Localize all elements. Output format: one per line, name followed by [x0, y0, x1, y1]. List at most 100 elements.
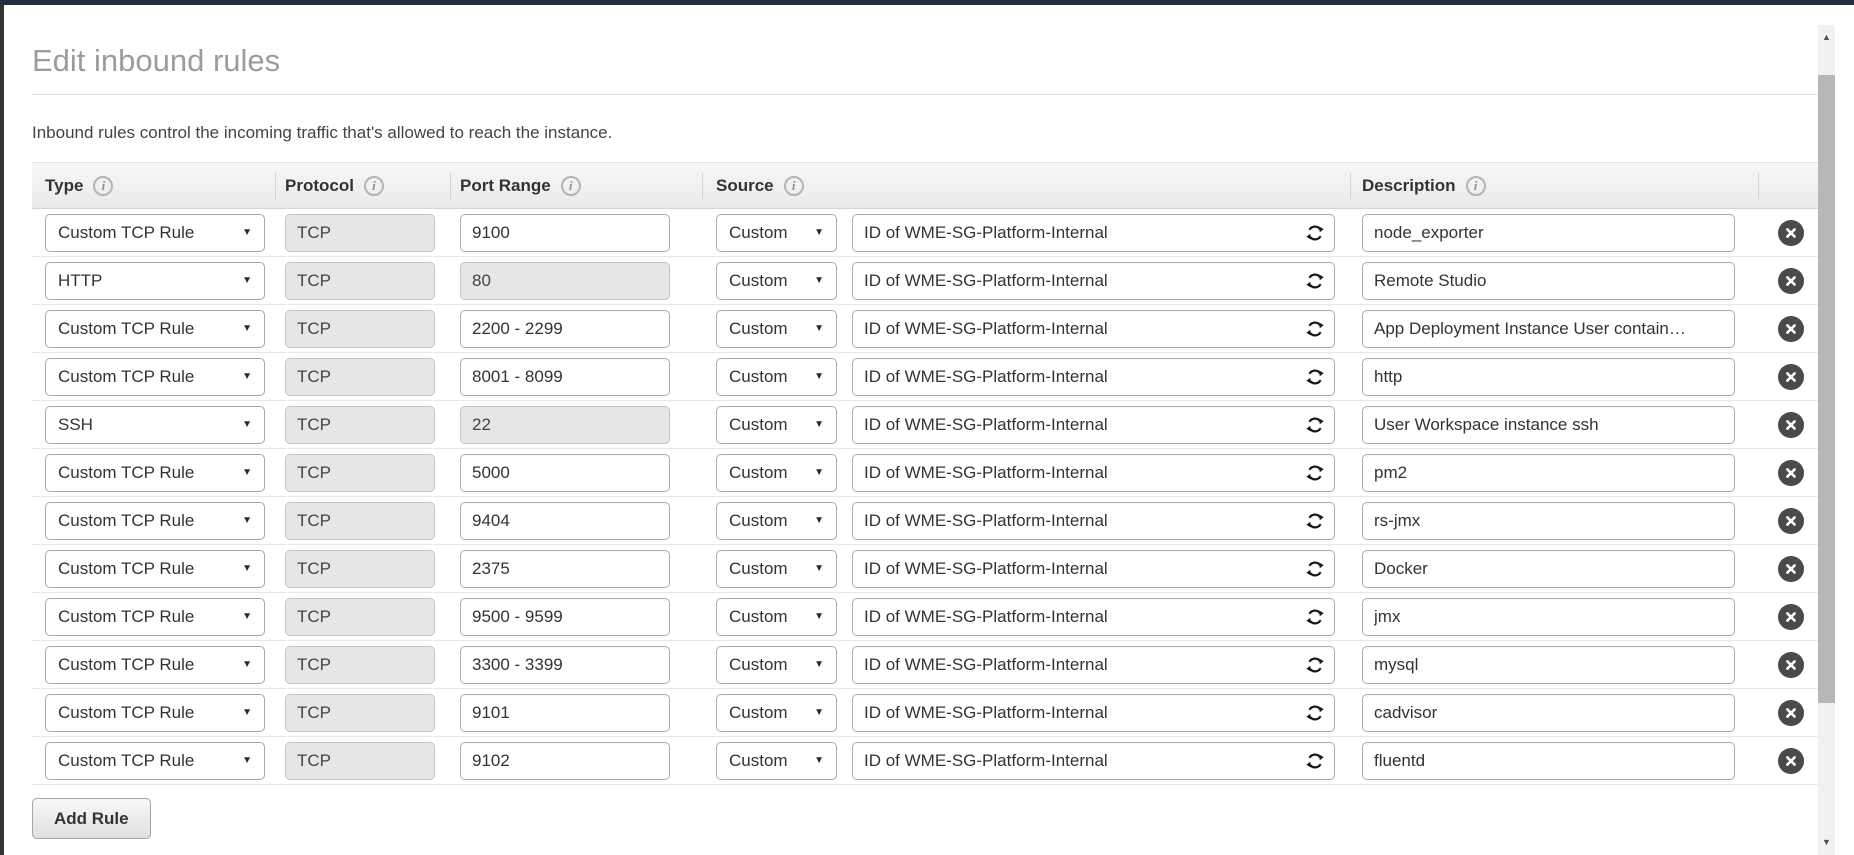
source-input-wrap: [852, 694, 1335, 732]
delete-rule-button[interactable]: [1778, 268, 1804, 294]
type-select[interactable]: Custom TCP Rule ▼: [45, 646, 265, 684]
source-input[interactable]: [852, 454, 1335, 492]
refresh-icon[interactable]: [1306, 704, 1324, 722]
description-input[interactable]: [1362, 406, 1735, 444]
type-select[interactable]: SSH ▼: [45, 406, 265, 444]
refresh-icon[interactable]: [1306, 224, 1324, 242]
source-cell: Custom ▼: [702, 737, 1350, 784]
description-input[interactable]: [1362, 646, 1735, 684]
source-input[interactable]: [852, 358, 1335, 396]
protocol-input: [285, 406, 435, 444]
source-type-select[interactable]: Custom ▼: [716, 742, 837, 780]
source-type-select[interactable]: Custom ▼: [716, 598, 837, 636]
actions-cell: [1758, 401, 1823, 448]
refresh-icon[interactable]: [1306, 272, 1324, 290]
source-type-select[interactable]: Custom ▼: [716, 262, 837, 300]
scrollbar-thumb[interactable]: [1818, 75, 1835, 703]
refresh-icon[interactable]: [1306, 464, 1324, 482]
description-cell: [1350, 353, 1758, 400]
source-type-select[interactable]: Custom ▼: [716, 502, 837, 540]
delete-rule-button[interactable]: [1778, 412, 1804, 438]
description-input[interactable]: [1362, 214, 1735, 252]
port-range-input[interactable]: [460, 550, 670, 588]
description-input[interactable]: [1362, 310, 1735, 348]
port-range-input[interactable]: [460, 742, 670, 780]
source-type-select[interactable]: Custom ▼: [716, 550, 837, 588]
port-range-input[interactable]: [460, 694, 670, 732]
info-icon[interactable]: i: [93, 176, 113, 196]
refresh-icon[interactable]: [1306, 368, 1324, 386]
source-input[interactable]: [852, 742, 1335, 780]
chevron-down-icon: ▼: [242, 611, 252, 622]
info-icon[interactable]: i: [784, 176, 804, 196]
source-type-select[interactable]: Custom ▼: [716, 406, 837, 444]
source-input[interactable]: [852, 694, 1335, 732]
delete-rule-button[interactable]: [1778, 748, 1804, 774]
source-type-select[interactable]: Custom ▼: [716, 214, 837, 252]
description-input[interactable]: [1362, 358, 1735, 396]
source-input[interactable]: [852, 214, 1335, 252]
source-input[interactable]: [852, 406, 1335, 444]
delete-rule-button[interactable]: [1778, 508, 1804, 534]
delete-rule-button[interactable]: [1778, 652, 1804, 678]
source-type-select[interactable]: Custom ▼: [716, 454, 837, 492]
source-input[interactable]: [852, 502, 1335, 540]
port-range-input[interactable]: [460, 310, 670, 348]
info-icon[interactable]: i: [364, 176, 384, 196]
delete-rule-button[interactable]: [1778, 556, 1804, 582]
type-select[interactable]: Custom TCP Rule ▼: [45, 310, 265, 348]
delete-rule-button[interactable]: [1778, 220, 1804, 246]
refresh-icon[interactable]: [1306, 752, 1324, 770]
type-select[interactable]: Custom TCP Rule ▼: [45, 502, 265, 540]
type-select[interactable]: Custom TCP Rule ▼: [45, 742, 265, 780]
refresh-icon[interactable]: [1306, 560, 1324, 578]
description-input[interactable]: [1362, 502, 1735, 540]
description-input[interactable]: [1362, 454, 1735, 492]
delete-rule-button[interactable]: [1778, 604, 1804, 630]
source-input[interactable]: [852, 598, 1335, 636]
port-range-input[interactable]: [460, 454, 670, 492]
delete-rule-button[interactable]: [1778, 316, 1804, 342]
info-icon[interactable]: i: [1466, 176, 1486, 196]
type-select[interactable]: Custom TCP Rule ▼: [45, 598, 265, 636]
type-select[interactable]: HTTP ▼: [45, 262, 265, 300]
source-input[interactable]: [852, 646, 1335, 684]
port-range-input[interactable]: [460, 502, 670, 540]
port-range-input[interactable]: [460, 214, 670, 252]
source-type-select[interactable]: Custom ▼: [716, 310, 837, 348]
source-input[interactable]: [852, 550, 1335, 588]
type-select-value: Custom TCP Rule: [58, 559, 194, 579]
type-select[interactable]: Custom TCP Rule ▼: [45, 214, 265, 252]
delete-rule-button[interactable]: [1778, 364, 1804, 390]
scroll-up-icon[interactable]: ▲: [1818, 27, 1835, 47]
type-select[interactable]: Custom TCP Rule ▼: [45, 358, 265, 396]
vertical-scrollbar[interactable]: ▲ ▼: [1818, 25, 1835, 855]
port-range-input[interactable]: [460, 358, 670, 396]
port-range-input[interactable]: [460, 598, 670, 636]
scroll-down-icon[interactable]: ▼: [1818, 832, 1835, 852]
refresh-icon[interactable]: [1306, 608, 1324, 626]
source-type-select[interactable]: Custom ▼: [716, 646, 837, 684]
description-input[interactable]: [1362, 550, 1735, 588]
description-input[interactable]: [1362, 742, 1735, 780]
source-type-select[interactable]: Custom ▼: [716, 694, 837, 732]
refresh-icon[interactable]: [1306, 512, 1324, 530]
description-input[interactable]: [1362, 694, 1735, 732]
type-select[interactable]: Custom TCP Rule ▼: [45, 694, 265, 732]
refresh-icon[interactable]: [1306, 656, 1324, 674]
description-input[interactable]: [1362, 598, 1735, 636]
type-select[interactable]: Custom TCP Rule ▼: [45, 454, 265, 492]
add-rule-button[interactable]: Add Rule: [32, 798, 151, 839]
description-input[interactable]: [1362, 262, 1735, 300]
info-icon[interactable]: i: [561, 176, 581, 196]
refresh-icon[interactable]: [1306, 320, 1324, 338]
source-input[interactable]: [852, 310, 1335, 348]
port-range-input[interactable]: [460, 646, 670, 684]
delete-rule-button[interactable]: [1778, 700, 1804, 726]
source-input[interactable]: [852, 262, 1335, 300]
source-type-select[interactable]: Custom ▼: [716, 358, 837, 396]
delete-rule-button[interactable]: [1778, 460, 1804, 486]
refresh-icon[interactable]: [1306, 416, 1324, 434]
type-select[interactable]: Custom TCP Rule ▼: [45, 550, 265, 588]
source-cell: Custom ▼: [702, 497, 1350, 544]
